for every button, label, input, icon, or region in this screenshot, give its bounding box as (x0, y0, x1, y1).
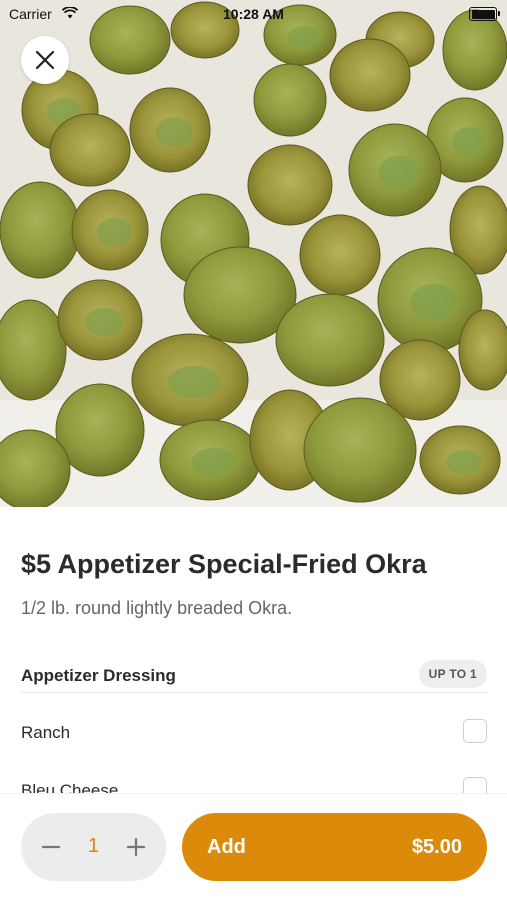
okra-piece (299, 214, 381, 296)
divider (21, 692, 487, 693)
okra-green-patch (96, 218, 132, 246)
option-checkbox[interactable] (463, 777, 487, 793)
okra-piece (49, 113, 131, 187)
close-button[interactable] (21, 36, 69, 84)
bottom-action-bar: 1 Add $5.00 (0, 793, 507, 901)
selection-limit-badge: UP TO 1 (418, 660, 487, 688)
option-label: Ranch (21, 723, 71, 742)
okra-green-patch (85, 308, 123, 336)
okra-piece (458, 309, 507, 391)
okra-piece (329, 38, 411, 112)
okra-piece (253, 63, 327, 137)
okra-green-patch (191, 448, 237, 476)
okra-illustration (0, 0, 507, 507)
okra-green-patch (167, 365, 221, 399)
item-description: 1/2 lb. round lightly breaded Okra. (21, 598, 293, 618)
battery-icon (469, 7, 500, 21)
plus-icon (126, 837, 146, 857)
close-icon (35, 50, 55, 70)
okra-green-patch (156, 117, 192, 147)
increase-quantity-button[interactable] (124, 835, 148, 859)
option-ranch[interactable]: Ranch (21, 719, 487, 745)
option-bleu-cheese[interactable]: Bleu Cheese (21, 777, 487, 793)
okra-green-patch (410, 283, 458, 321)
item-photo (0, 0, 507, 507)
item-title: $5 Appetizer Special-Fried Okra (21, 549, 427, 579)
option-checkbox[interactable] (463, 719, 487, 743)
add-label: Add (207, 836, 246, 858)
quantity-stepper: 1 (21, 813, 166, 881)
okra-piece (0, 299, 67, 401)
add-to-cart-button[interactable]: Add $5.00 (182, 813, 487, 881)
okra-green-patch (451, 127, 487, 157)
okra-piece (0, 181, 81, 279)
add-price: $5.00 (411, 836, 462, 858)
modifier-section-header: Appetizer Dressing UP TO 1 (21, 660, 487, 692)
okra-green-patch (378, 155, 420, 189)
clock: 10:28 AM (223, 6, 284, 22)
okra-green-patch (446, 450, 482, 474)
okra-piece (303, 397, 417, 503)
status-bar: Carrier 10:28 AM (0, 0, 507, 28)
item-details: $5 Appetizer Special-Fried Okra 1/2 lb. … (0, 507, 507, 793)
option-label: Bleu Cheese (21, 781, 119, 793)
okra-green-patch (287, 26, 321, 48)
section-title: Appetizer Dressing (21, 666, 176, 685)
okra-piece (247, 144, 333, 226)
okra-piece (275, 293, 385, 387)
